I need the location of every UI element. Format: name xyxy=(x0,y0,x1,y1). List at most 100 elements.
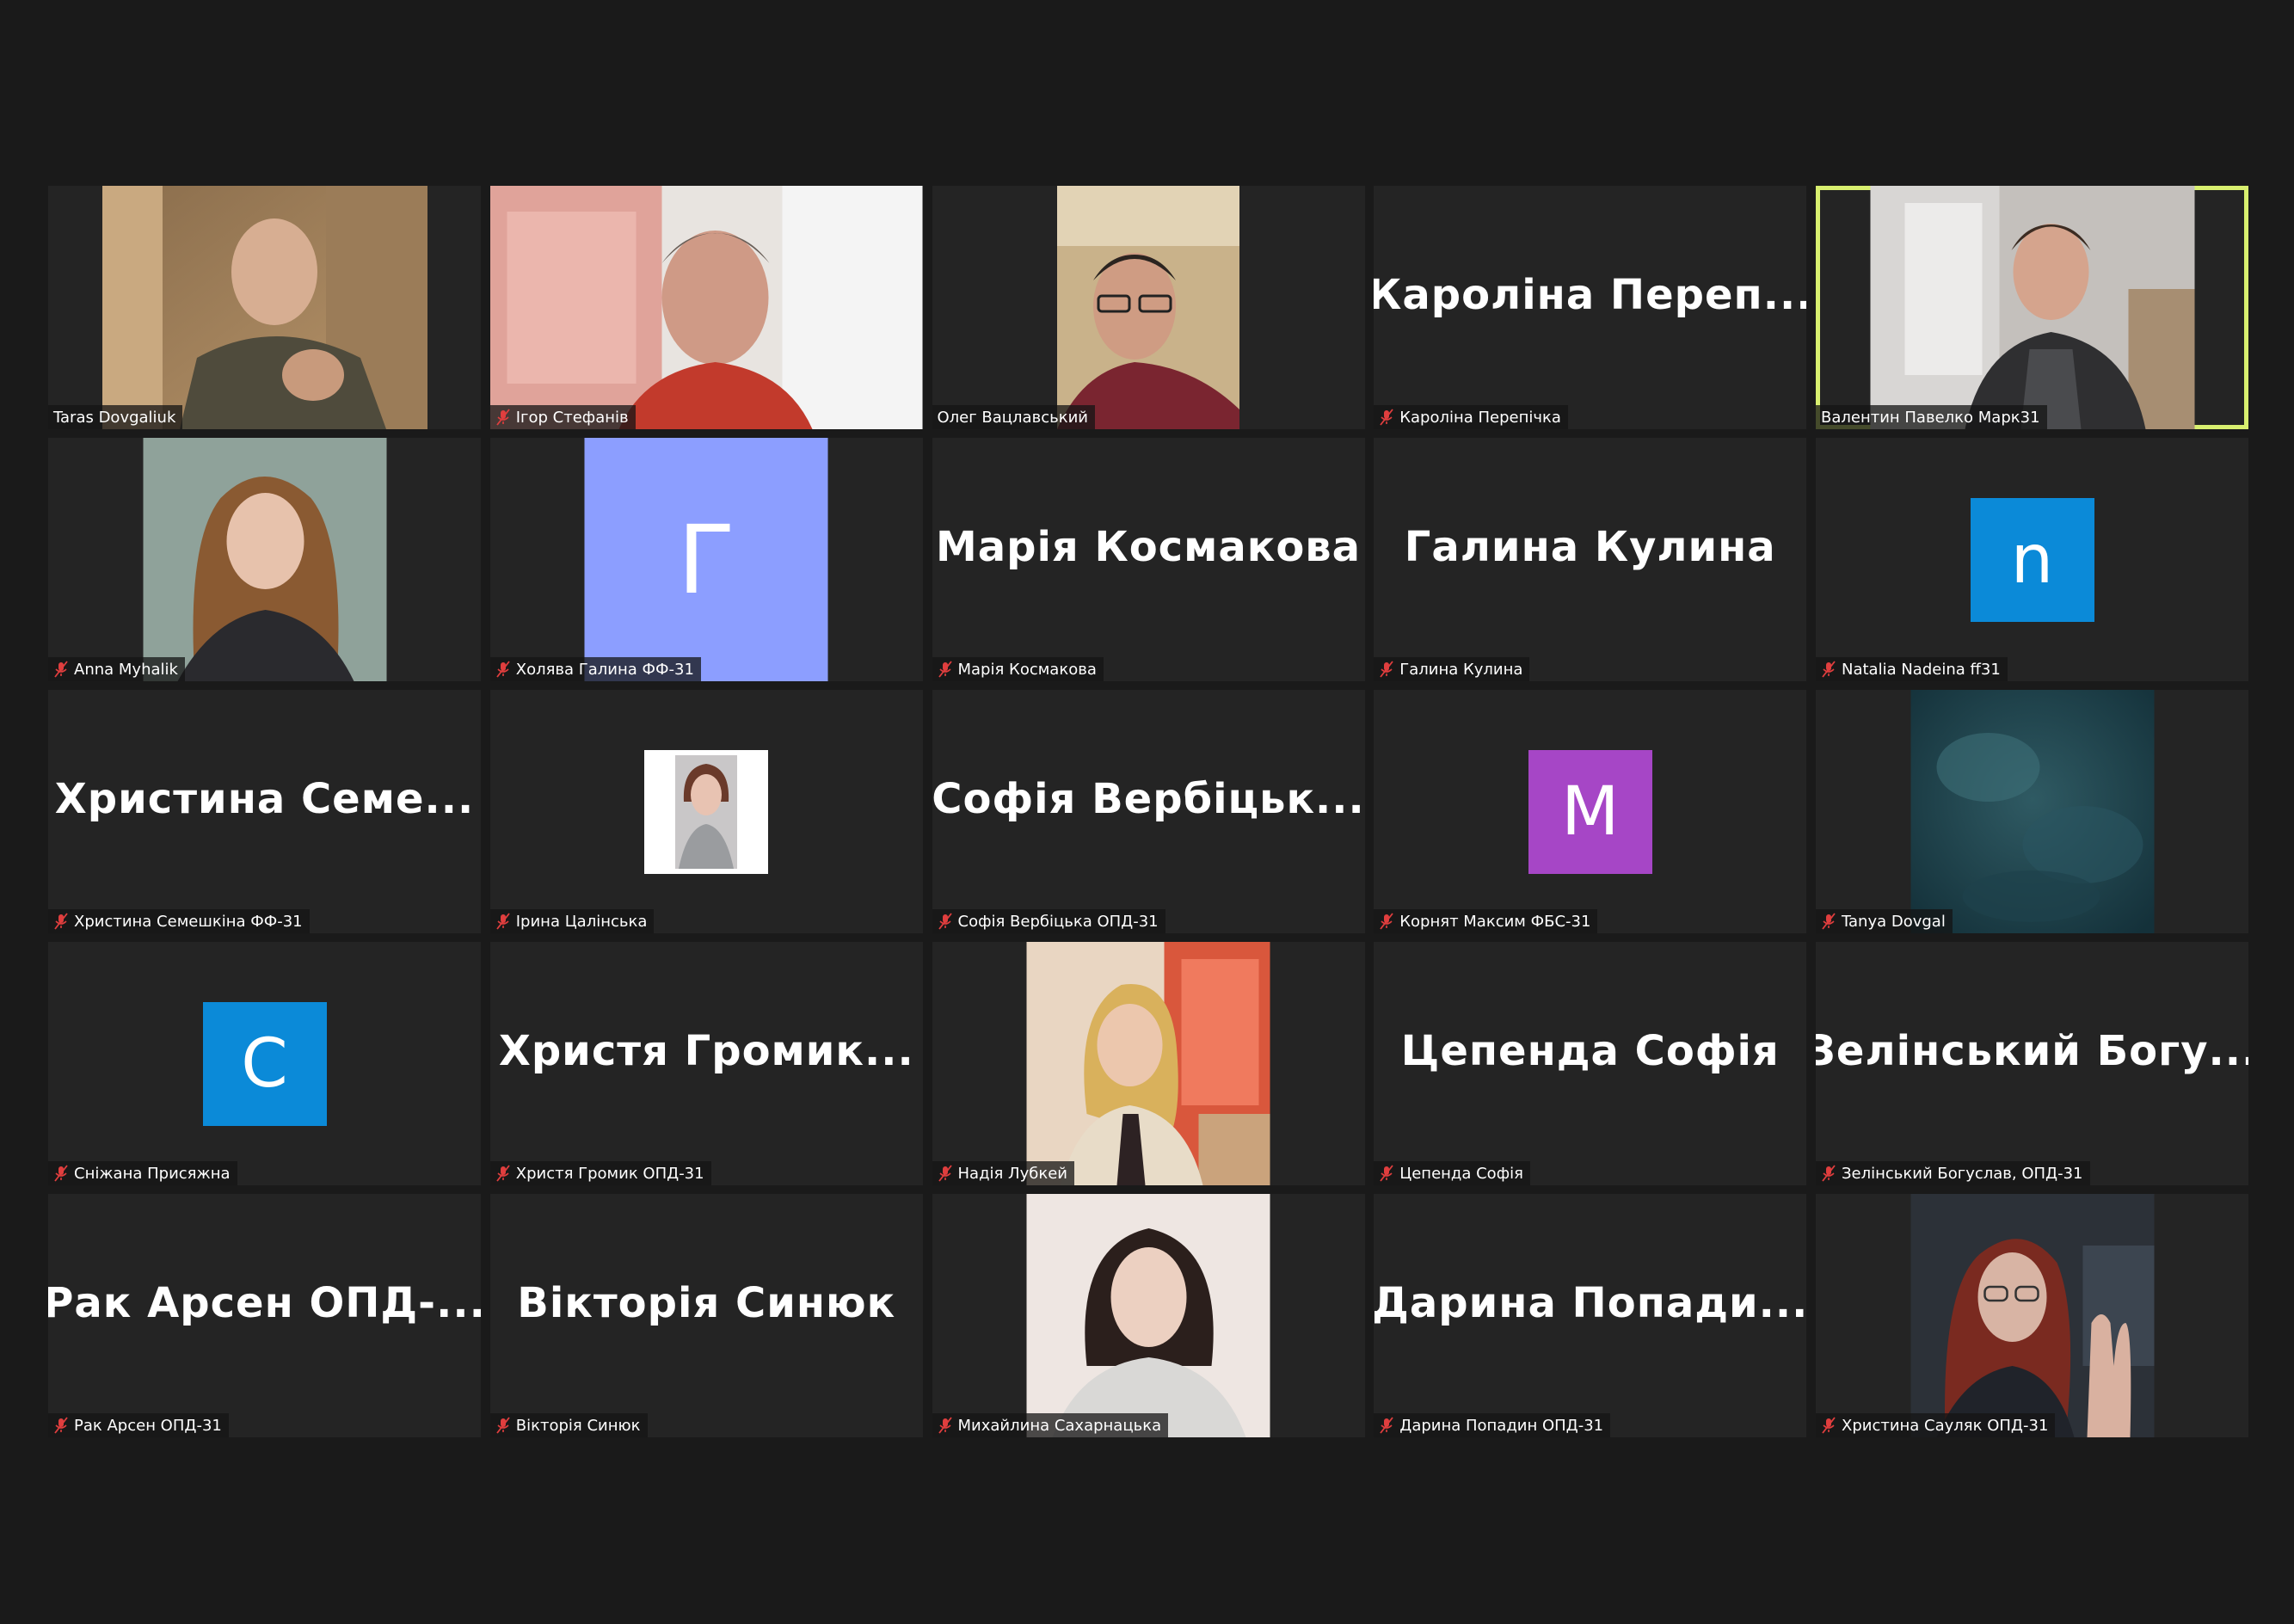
participant-name: Ірина Цалінська xyxy=(515,912,648,931)
muted-mic-icon xyxy=(1822,1417,1836,1434)
participant-name: Зелінський Богуслав, ОПД-31 xyxy=(1842,1164,2083,1183)
avatar-initial: n xyxy=(2010,520,2054,599)
avatar-initial: C xyxy=(241,1024,288,1103)
participant-display-name: Дарина Попади... xyxy=(1374,1278,1807,1327)
participant-name: Tanya Dovgal xyxy=(1842,912,1946,931)
participant-tile[interactable]: Г Холява Галина ФФ-31 xyxy=(489,438,923,681)
participant-display-name: Софія Вербіцьк... xyxy=(932,774,1365,823)
muted-mic-icon xyxy=(54,913,68,930)
participant-display-name: Христина Семе... xyxy=(54,774,475,823)
participant-name: Корнят Максим ФБС-31 xyxy=(1399,912,1591,931)
participant-name: Надія Лубкей xyxy=(957,1164,1068,1183)
participant-tile[interactable]: Христина Семе... Христина Семешкіна ФФ-3… xyxy=(48,690,481,933)
participant-name: Христина Сауляк ОПД-31 xyxy=(1842,1416,2049,1435)
participant-display-name: Зелінський Богу... xyxy=(1816,1026,2248,1075)
participant-name-label: Марія Космакова xyxy=(932,657,1104,681)
muted-mic-icon xyxy=(1822,913,1836,930)
participant-name: Anna Myhalik xyxy=(74,660,178,679)
participant-name: Вікторія Синюк xyxy=(515,1416,641,1435)
participant-avatar: C xyxy=(202,1001,327,1126)
muted-mic-icon xyxy=(1380,409,1393,426)
participant-tile[interactable]: Дарина Попади... Дарина Попадин ОПД-31 xyxy=(1374,1194,1807,1437)
participant-tile[interactable]: Taras Dovgaliuk xyxy=(48,186,481,429)
participant-name: Цепенда Софія xyxy=(1399,1164,1523,1183)
participant-tile[interactable]: Ірина Цалінська xyxy=(489,690,923,933)
participant-name: Natalia Nadeina ff31 xyxy=(1842,660,2001,679)
participant-name: Валентин Павелко Марк31 xyxy=(1821,408,2040,427)
participant-display-name: Марія Космакова xyxy=(935,522,1362,571)
participant-name: Марія Космакова xyxy=(957,660,1097,679)
participant-name-label: Холява Галина ФФ-31 xyxy=(489,657,701,681)
participant-tile[interactable]: Цепенда Софія Цепенда Софія xyxy=(1374,942,1807,1185)
participant-tile[interactable]: Галина Кулина Галина Кулина xyxy=(1374,438,1807,681)
participant-tile[interactable]: Софія Вербіцьк... Софія Вербіцька ОПД-31 xyxy=(932,690,1365,933)
participant-avatar: M xyxy=(1528,749,1652,874)
participant-tile[interactable]: Христя Громик... Христя Громик ОПД-31 xyxy=(489,942,923,1185)
muted-mic-icon xyxy=(496,409,510,426)
muted-mic-icon xyxy=(496,1417,510,1434)
participant-tile[interactable]: Рак Арсен ОПД-... Рак Арсен ОПД-31 xyxy=(48,1194,481,1437)
participant-tile[interactable]: n Natalia Nadeina ff31 xyxy=(1816,438,2248,681)
participant-video xyxy=(489,186,923,429)
participant-tile[interactable]: Михайлина Сахарнацька xyxy=(932,1194,1365,1437)
muted-mic-icon xyxy=(54,661,68,678)
participant-name: Христя Громик ОПД-31 xyxy=(515,1164,704,1183)
muted-mic-icon xyxy=(496,661,510,678)
participant-name: Рак Арсен ОПД-31 xyxy=(74,1416,222,1435)
participant-name-label: Сніжана Присяжна xyxy=(48,1161,237,1185)
participant-name: Ігор Стефанів xyxy=(515,408,629,427)
participant-tile[interactable]: Вікторія Синюк Вікторія Синюк xyxy=(489,1194,923,1437)
participant-name-label: Христина Сауляк ОПД-31 xyxy=(1816,1413,2056,1437)
muted-mic-icon xyxy=(1822,1165,1836,1182)
participant-video xyxy=(101,186,427,429)
participant-name: Кароліна Перепічка xyxy=(1399,408,1561,427)
participant-tile[interactable]: Марія Космакова Марія Космакова xyxy=(932,438,1365,681)
participant-display-name: Вікторія Синюк xyxy=(517,1278,896,1327)
participant-name-label: Корнят Максим ФБС-31 xyxy=(1374,909,1598,933)
participant-tile[interactable]: Надія Лубкей xyxy=(932,942,1365,1185)
participant-name-label: Валентин Павелко Марк31 xyxy=(1816,405,2047,429)
muted-mic-icon xyxy=(938,1417,952,1434)
participant-name-label: Цепенда Софія xyxy=(1374,1161,1530,1185)
participant-tile[interactable]: Anna Myhalik xyxy=(48,438,481,681)
participant-display-name: Христя Громик... xyxy=(498,1026,914,1075)
participant-tile[interactable]: Кароліна Переп... Кароліна Перепічка xyxy=(1374,186,1807,429)
participant-avatar: n xyxy=(1970,497,2094,622)
muted-mic-icon xyxy=(496,1165,510,1182)
participant-video xyxy=(1057,186,1239,429)
participant-tile[interactable]: M Корнят Максим ФБС-31 xyxy=(1374,690,1807,933)
gallery-grid: Taras Dovgaliuk Ігор Стефанів Олег Вацла… xyxy=(48,186,2248,1437)
participant-display-name: Цепенда Софія xyxy=(1400,1026,1780,1075)
participant-photo xyxy=(1026,1194,1270,1437)
participant-name: Христина Семешкіна ФФ-31 xyxy=(74,912,303,931)
participant-tile[interactable]: Олег Вацлавський xyxy=(932,186,1365,429)
participant-tile[interactable]: Зелінський Богу... Зелінський Богуслав, … xyxy=(1816,942,2248,1185)
participant-name-label: Софія Вербіцька ОПД-31 xyxy=(932,909,1165,933)
participant-name-label: Рак Арсен ОПД-31 xyxy=(48,1413,229,1437)
participant-name-label: Галина Кулина xyxy=(1374,657,1530,681)
muted-mic-icon xyxy=(1380,1165,1393,1182)
participant-tile[interactable]: Христина Сауляк ОПД-31 xyxy=(1816,1194,2248,1437)
participant-display-name: Кароліна Переп... xyxy=(1374,270,1807,319)
avatar-initial: M xyxy=(1561,772,1620,851)
participant-name-label: Михайлина Сахарнацька xyxy=(932,1413,1169,1437)
muted-mic-icon xyxy=(1822,661,1836,678)
participant-photo xyxy=(1026,942,1270,1185)
participant-name: Софія Вербіцька ОПД-31 xyxy=(957,912,1159,931)
participant-tile[interactable]: Tanya Dovgal xyxy=(1816,690,2248,933)
muted-mic-icon xyxy=(54,1165,68,1182)
participant-name-label: Христина Семешкіна ФФ-31 xyxy=(48,909,310,933)
participant-name-label: Олег Вацлавський xyxy=(932,405,1095,429)
participant-name-label: Ігор Стефанів xyxy=(489,405,636,429)
participant-name-label: Зелінський Богуслав, ОПД-31 xyxy=(1816,1161,2090,1185)
participant-tile[interactable]: Ігор Стефанів xyxy=(489,186,923,429)
avatar-initial: Г xyxy=(677,504,735,615)
participant-tile-active-speaker[interactable]: Валентин Павелко Марк31 xyxy=(1816,186,2248,429)
participant-name: Холява Галина ФФ-31 xyxy=(515,660,694,679)
participant-name-label: Надія Лубкей xyxy=(932,1161,1074,1185)
participant-name-label: Natalia Nadeina ff31 xyxy=(1816,657,2008,681)
participant-photo xyxy=(143,438,386,681)
participant-tile[interactable]: C Сніжана Присяжна xyxy=(48,942,481,1185)
participant-name: Сніжана Присяжна xyxy=(74,1164,231,1183)
participant-name-label: Taras Dovgaliuk xyxy=(48,405,183,429)
